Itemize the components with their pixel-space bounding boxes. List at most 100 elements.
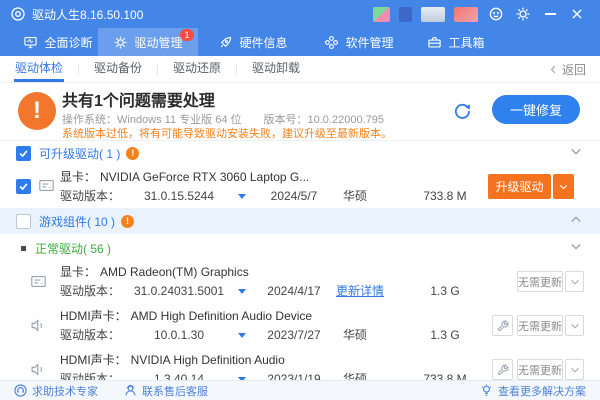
chevron-down-icon[interactable] (570, 242, 582, 251)
footer-bar: 求助技术专家 联系售后客服 查看更多解决方案 (0, 380, 600, 400)
issue-summary-panel: ! 共有1个问题需要处理 操作系统：Windows 11 专业版 64 位版本号… (0, 84, 600, 141)
tab-toolbox[interactable]: 工具箱 (418, 28, 494, 56)
back-label: 返回 (562, 61, 586, 78)
driver-row: 显卡： AMD Radeon(TM) Graphics 驱动版本： 31.0.24… (0, 260, 600, 304)
contact-support-link[interactable]: 联系售后客服 (124, 383, 208, 399)
tab-label: 硬件信息 (239, 34, 287, 51)
bullet-icon (21, 246, 26, 251)
tab-full-diagnosis[interactable]: 全面诊断 (14, 28, 102, 56)
driver-size: 733.8 M (405, 187, 485, 205)
more-solutions-link[interactable]: 查看更多解决方案 (480, 383, 586, 399)
row-options-dropdown[interactable] (565, 359, 584, 380)
back-button[interactable]: 返回 (549, 61, 586, 78)
driver-card-icon (38, 177, 55, 194)
version-dropdown-icon[interactable] (238, 289, 246, 294)
driver-date: 2024/4/17 (256, 282, 332, 300)
version-dropdown-icon[interactable] (238, 333, 246, 338)
section-label: 正常驱动( 56 ) (35, 240, 111, 257)
version-dropdown-icon[interactable] (238, 194, 246, 199)
driver-version: 10.0.1.30 (124, 326, 234, 344)
warning-badge-icon: ! (121, 215, 134, 228)
settings-gear-icon[interactable] (514, 5, 532, 23)
ask-expert-link[interactable]: 求助技术专家 (14, 383, 98, 399)
app-logo-icon (10, 6, 26, 22)
chevron-left-icon (549, 65, 558, 74)
driver-row: HDMI声卡：AMD High Definition Audio Device … (0, 304, 600, 348)
one-click-fix-button[interactable]: 一键修复 (492, 95, 580, 124)
theme-skin-thumbnail[interactable] (399, 7, 412, 22)
minimize-button[interactable] (541, 5, 559, 23)
upgrade-driver-button[interactable]: 升级驱动 (488, 174, 551, 199)
close-button[interactable] (568, 5, 586, 23)
subtab-driver-uninstall[interactable]: 驱动卸载 (251, 56, 301, 82)
driver-card-icon (30, 273, 47, 290)
device-name: AMD Radeon(TM) Graphics (100, 265, 249, 279)
titlebar: 驱动人生8.16.50.100 (0, 0, 600, 28)
chevron-up-icon[interactable] (570, 215, 582, 224)
tab-label: 全面诊断 (44, 34, 92, 51)
version-label: 驱动版本： (60, 326, 120, 344)
app-window: 驱动人生8.16.50.100 全面诊断 驱动管理 1 (0, 0, 600, 400)
theme-skin-thumbnail[interactable] (454, 7, 478, 22)
warning-badge-icon: ! (126, 147, 139, 160)
checkbox-checked[interactable] (16, 146, 31, 161)
tab-software-management[interactable]: 软件管理 (314, 28, 404, 56)
titlebar-controls (373, 5, 600, 23)
warning-icon: ! (18, 92, 56, 130)
version-label: 驱动版本： (60, 187, 120, 205)
feedback-icon[interactable] (487, 5, 505, 23)
issue-title: 共有1个问题需要处理 (62, 87, 215, 111)
section-upgradable-drivers: 可升级驱动( 1 ) ! (0, 141, 600, 165)
section-game-components: 游戏组件( 10 ) ! (0, 208, 600, 234)
subtab-driver-restore[interactable]: 驱动还原 (172, 56, 222, 82)
version-label: 驱动版本： (60, 282, 120, 300)
no-update-needed-button[interactable]: 无需更新 (517, 359, 563, 380)
speaker-icon (30, 317, 47, 334)
no-update-needed-button[interactable]: 无需更新 (517, 271, 563, 292)
divider (236, 64, 237, 75)
section-label: 可升级驱动( 1 ) (39, 145, 120, 162)
tab-label: 驱动管理 (134, 34, 182, 51)
update-details-link[interactable]: 更新详情 (336, 282, 384, 300)
subtab-driver-checkup[interactable]: 驱动体检 (14, 56, 64, 82)
headset-icon (14, 384, 27, 397)
upgrade-options-dropdown[interactable] (553, 174, 574, 199)
device-type-label: 显卡： (60, 265, 96, 279)
driver-vendor: 华硕 (343, 326, 367, 344)
no-update-needed-button[interactable]: 无需更新 (517, 315, 563, 336)
notification-badge: 1 (180, 29, 194, 41)
repair-tool-button[interactable] (492, 359, 513, 380)
chevron-down-icon[interactable] (570, 147, 582, 156)
driver-date: 2024/5/7 (256, 187, 332, 205)
rescan-icon[interactable] (452, 101, 472, 121)
repair-tool-button[interactable] (492, 315, 513, 336)
chevron-down-icon (570, 278, 580, 286)
tab-hardware-info[interactable]: 硬件信息 (208, 28, 298, 56)
row-options-dropdown[interactable] (565, 271, 584, 292)
footer-label: 求助技术专家 (32, 383, 98, 399)
speaker-icon (30, 361, 47, 378)
tab-label: 软件管理 (345, 34, 393, 51)
theme-skin-thumbnail[interactable] (421, 7, 445, 22)
rocket-icon (218, 35, 233, 50)
sub-nav: 驱动体检 驱动备份 驱动还原 驱动卸载 返回 (0, 56, 600, 83)
driver-version: 31.0.24031.5001 (124, 282, 234, 300)
upgradable-driver-row: 显卡：NVIDIA GeForce RTX 3060 Laptop G... 驱… (0, 165, 600, 209)
checkbox-unchecked[interactable] (16, 214, 31, 229)
checkbox-checked[interactable] (16, 179, 31, 194)
driver-vendor: 华硕 (343, 187, 367, 205)
divider (78, 64, 79, 75)
theme-skin-thumbnail[interactable] (373, 7, 390, 22)
window-title: 驱动人生8.16.50.100 (32, 6, 143, 23)
row-options-dropdown[interactable] (565, 315, 584, 336)
chevron-down-icon (570, 322, 580, 330)
lightbulb-icon (480, 384, 493, 397)
tab-driver-management[interactable]: 驱动管理 1 (98, 28, 198, 56)
software-grid-icon (324, 35, 339, 50)
driver-date: 2023/7/27 (256, 326, 332, 344)
section-normal-drivers: 正常驱动( 56 ) (0, 236, 600, 260)
device-name: NVIDIA High Definition Audio (131, 353, 285, 367)
footer-label: 查看更多解决方案 (498, 383, 586, 399)
subtab-driver-backup[interactable]: 驱动备份 (93, 56, 143, 82)
device-name: NVIDIA GeForce RTX 3060 Laptop G... (100, 170, 309, 184)
